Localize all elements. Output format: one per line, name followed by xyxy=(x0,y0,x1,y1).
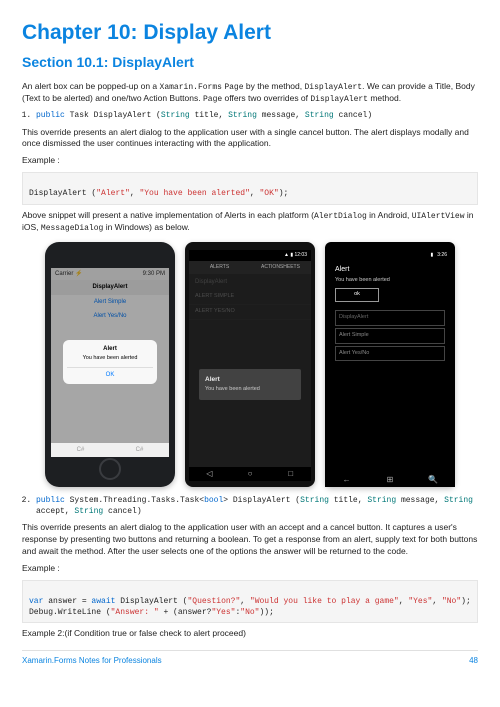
example2-label: Example 2:(if Condition true or false ch… xyxy=(22,628,478,640)
back-icon: ◁ xyxy=(189,467,230,481)
page-number: 48 xyxy=(469,655,478,666)
home-button-icon xyxy=(99,458,121,480)
example-label-1: Example : xyxy=(22,155,478,167)
windows-phone: ▮3:26 Alert You have been alerted ok Dis… xyxy=(325,242,455,487)
recent-icon: □ xyxy=(270,467,311,481)
ios-phone: Carrier ⚡9:30 PM DisplayAlert Alert Simp… xyxy=(45,242,175,487)
back-icon: ← xyxy=(325,473,368,487)
override1-description: This override presents an alert dialog t… xyxy=(22,127,478,151)
page-footer: Xamarin.Forms Notes for Professionals 48 xyxy=(22,650,478,666)
signature-1: public Task DisplayAlert (String title, … xyxy=(36,110,478,121)
windows-icon: ⊞ xyxy=(368,473,411,487)
code-example-1: DisplayAlert ("Alert", "You have been al… xyxy=(22,172,478,204)
phone-screenshots: Carrier ⚡9:30 PM DisplayAlert Alert Simp… xyxy=(22,242,478,487)
code-example-2: var answer = await DisplayAlert ("Questi… xyxy=(22,580,478,624)
home-icon: ○ xyxy=(230,467,271,481)
search-icon: 🔍 xyxy=(412,473,455,487)
platforms-paragraph: Above snippet will present a native impl… xyxy=(22,210,478,234)
signal-icon: ▮ xyxy=(431,252,434,259)
footer-title: Xamarin.Forms Notes for Professionals xyxy=(22,655,162,666)
android-phone: ▲ ▮ 12:03 ALERTSACTIONSHEETS DisplayAler… xyxy=(185,242,315,487)
signature-2: public System.Threading.Tasks.Task<bool>… xyxy=(36,495,478,517)
section-title: Section 10.1: DisplayAlert xyxy=(22,53,478,73)
intro-paragraph: An alert box can be popped-up on a Xamar… xyxy=(22,81,478,105)
example-label-2: Example : xyxy=(22,563,478,575)
chapter-title: Chapter 10: Display Alert xyxy=(22,18,478,47)
override2-description: This override presents an alert dialog t… xyxy=(22,522,478,558)
